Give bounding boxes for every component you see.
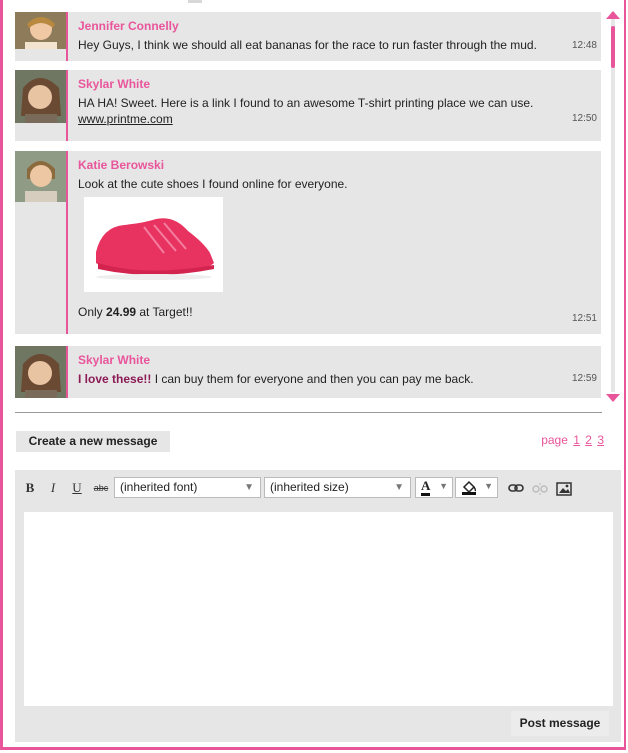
message-editor: B I U abc (inherited font) ▼ (inherited … bbox=[15, 470, 621, 742]
message-bar bbox=[66, 70, 68, 141]
message-bar bbox=[66, 151, 68, 334]
timestamp: 12:51 bbox=[571, 313, 597, 324]
bold-button[interactable]: B bbox=[23, 478, 37, 498]
italic-button[interactable]: I bbox=[47, 478, 59, 498]
size-select-value: (inherited size) bbox=[270, 480, 349, 494]
text-color-icon: A bbox=[421, 479, 431, 496]
page-link-2[interactable]: 2 bbox=[585, 433, 592, 447]
text-color-button[interactable]: A ▼ bbox=[415, 477, 453, 498]
scrollbar-track[interactable] bbox=[611, 12, 615, 392]
font-select-value: (inherited font) bbox=[120, 480, 198, 494]
timestamp: 12:48 bbox=[571, 40, 597, 51]
message-text: I love these!! I can buy them for everyo… bbox=[78, 372, 474, 386]
message-item: Jennifer Connelly Hey Guys, I think we s… bbox=[15, 12, 601, 61]
message-item: Katie Berowski Look at the cute shoes I … bbox=[15, 151, 601, 334]
page-link-3[interactable]: 3 bbox=[597, 433, 604, 447]
message-text: HA HA! Sweet. Here is a link I found to … bbox=[78, 96, 534, 110]
message-bar bbox=[66, 346, 68, 398]
chevron-down-icon: ▼ bbox=[244, 482, 254, 493]
message-textarea[interactable] bbox=[24, 512, 613, 706]
strikethrough-button[interactable]: abc bbox=[92, 478, 110, 498]
font-select[interactable]: (inherited font) ▼ bbox=[114, 477, 261, 498]
size-select[interactable]: (inherited size) ▼ bbox=[264, 477, 411, 498]
message-text: Look at the cute shoes I found online fo… bbox=[78, 177, 348, 191]
sender-name: Skylar White bbox=[78, 353, 151, 367]
message-item: Skylar White I love these!! I can buy th… bbox=[15, 346, 601, 398]
chevron-down-icon: ▼ bbox=[439, 481, 448, 491]
message-item: Skylar White HA HA! Sweet. Here is a lin… bbox=[15, 70, 601, 141]
underline-button[interactable]: U bbox=[70, 478, 84, 498]
scroll-up-icon[interactable] bbox=[606, 11, 620, 19]
link-icon[interactable] bbox=[508, 483, 524, 493]
image-icon[interactable] bbox=[556, 482, 572, 496]
price-caption: Only 24.99 at Target!! bbox=[78, 305, 193, 319]
scroll-down-icon[interactable] bbox=[606, 394, 620, 402]
scrollbar-thumb[interactable] bbox=[611, 26, 615, 68]
post-message-button[interactable]: Post message bbox=[511, 711, 609, 736]
sender-name: Jennifer Connelly bbox=[78, 19, 179, 33]
chevron-down-icon: ▼ bbox=[484, 481, 493, 491]
message-link[interactable]: www.printme.com bbox=[78, 112, 173, 126]
top-mark bbox=[188, 0, 202, 3]
page-link-1[interactable]: 1 bbox=[573, 433, 580, 447]
divider bbox=[15, 412, 602, 413]
paint-bucket-icon bbox=[462, 480, 477, 495]
avatar bbox=[15, 70, 66, 123]
avatar bbox=[15, 346, 66, 398]
sender-name: Skylar White bbox=[78, 77, 151, 91]
create-message-button[interactable]: Create a new message bbox=[16, 431, 170, 452]
message-bar bbox=[66, 12, 68, 61]
chevron-down-icon: ▼ bbox=[394, 482, 404, 493]
pager-label: page bbox=[541, 433, 568, 447]
unlink-icon[interactable] bbox=[532, 483, 548, 495]
pagination: page 1 2 3 bbox=[541, 433, 604, 447]
avatar bbox=[15, 12, 66, 49]
sender-name: Katie Berowski bbox=[78, 158, 165, 172]
timestamp: 12:59 bbox=[571, 373, 597, 384]
message-text: Hey Guys, I think we should all eat bana… bbox=[78, 38, 537, 52]
timestamp: 12:50 bbox=[571, 113, 597, 124]
background-color-button[interactable]: ▼ bbox=[455, 477, 498, 498]
avatar bbox=[15, 151, 66, 202]
shoe-image[interactable] bbox=[84, 197, 223, 292]
